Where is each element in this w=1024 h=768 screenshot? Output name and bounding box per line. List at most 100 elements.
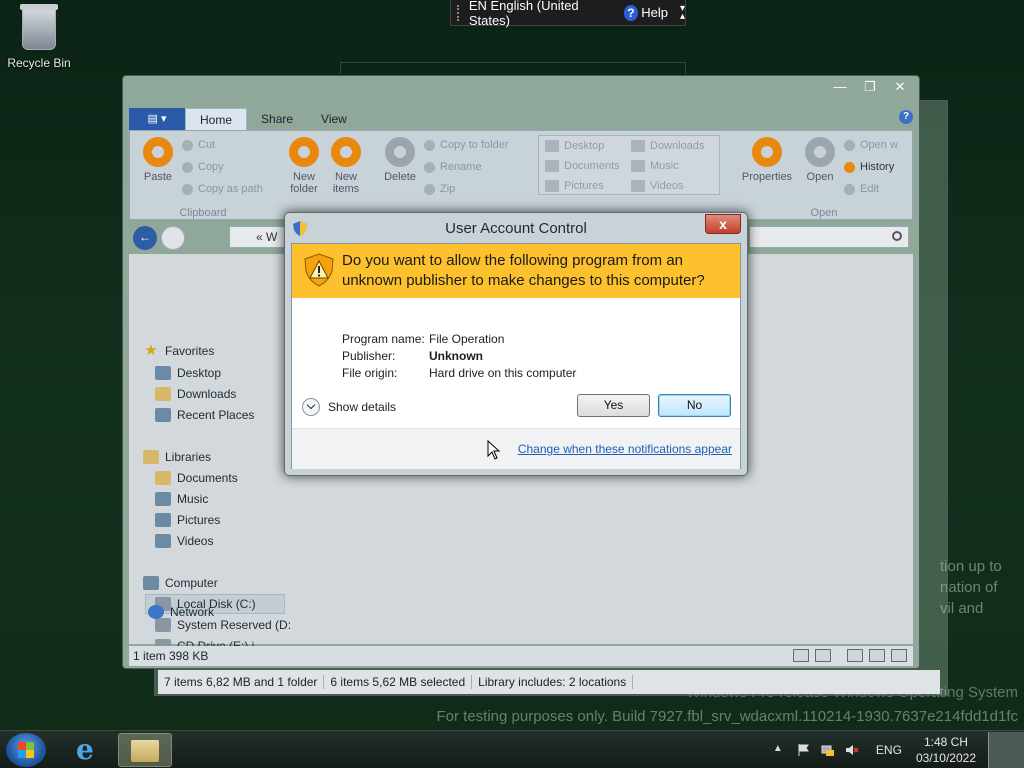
drive-icon	[155, 618, 171, 632]
edit-icon	[844, 183, 855, 195]
search-icon[interactable]	[892, 231, 902, 241]
nav-downloads[interactable]: Downloads	[155, 387, 236, 401]
window-ghost	[340, 62, 686, 74]
gallery-pictures[interactable]: Pictures	[545, 180, 604, 192]
volume-muted-icon[interactable]	[845, 743, 859, 757]
no-button[interactable]: No	[658, 394, 731, 417]
preview-pane-icon[interactable]	[869, 649, 885, 662]
open-button[interactable]: Open	[800, 137, 840, 183]
pane-icon[interactable]	[847, 649, 863, 662]
warning-shield-icon	[304, 253, 334, 287]
new-items-button[interactable]: New items	[326, 137, 366, 195]
gallery-downloads[interactable]: Downloads	[631, 140, 704, 152]
copy-as-path-button[interactable]: Copy as path	[182, 183, 263, 195]
nav-music[interactable]: Music	[155, 492, 208, 506]
system-tray: ▲ ENG 1:48 CH 03/10/2022	[768, 731, 1024, 768]
help-icon[interactable]: ?	[899, 110, 913, 124]
rename-icon	[424, 161, 435, 173]
internet-explorer-icon: e	[76, 733, 94, 766]
properties-button[interactable]: Properties	[740, 137, 794, 183]
clock[interactable]: 1:48 CH 03/10/2022	[916, 734, 976, 766]
publisher-row: Publisher: Unknown	[342, 349, 483, 363]
details-view-icon[interactable]	[793, 649, 809, 662]
action-center-flag-icon[interactable]	[797, 743, 811, 757]
nav-favorites[interactable]: ★ Favorites	[143, 343, 214, 358]
show-hidden-icons-icon[interactable]: ▲	[773, 743, 787, 757]
gallery-music[interactable]: Music	[631, 160, 679, 172]
taskbar-file-explorer[interactable]	[118, 733, 172, 767]
cut-button[interactable]: Cut	[182, 139, 215, 151]
scissors-icon	[182, 139, 193, 151]
close-button[interactable]: ✕	[885, 78, 915, 96]
close-button[interactable]: x	[705, 214, 741, 234]
open-with-button[interactable]: Open w	[844, 139, 898, 151]
program-name-value: File Operation	[429, 332, 505, 346]
large-icons-view-icon[interactable]	[815, 649, 831, 662]
navigation-pane: ★ Favorites Desktop Downloads Recent Plac…	[129, 254, 291, 644]
new-folder-button[interactable]: New folder	[284, 137, 324, 195]
network-tray-icon[interactable]	[821, 743, 835, 757]
details-pane-icon[interactable]	[891, 649, 907, 662]
show-details-toggle[interactable]: Show details	[302, 398, 396, 416]
nav-network[interactable]: Network	[148, 605, 214, 619]
status-text: 1 item 398 KB	[133, 649, 209, 663]
nav-libraries[interactable]: Libraries	[143, 450, 211, 464]
nav-system-reserved[interactable]: System Reserved (D:	[155, 618, 291, 632]
tab-share[interactable]: Share	[247, 108, 307, 130]
minimize-button[interactable]: —	[825, 78, 855, 96]
show-details-label[interactable]: Show details	[328, 400, 396, 414]
pictures-icon	[545, 180, 559, 192]
recycle-bin[interactable]: Recycle Bin	[6, 4, 72, 70]
copy-to-folder-button[interactable]: Copy to folder	[424, 139, 508, 151]
show-desktop-button[interactable]	[988, 732, 1024, 768]
search-input[interactable]	[749, 226, 909, 248]
input-language[interactable]: ENG	[876, 743, 902, 757]
options-icon[interactable]: ▾ ▴	[680, 3, 685, 21]
nav-recent-places[interactable]: Recent Places	[155, 408, 254, 422]
taskbar-internet-explorer[interactable]: e	[62, 733, 116, 767]
recycle-bin-icon	[20, 4, 58, 50]
gallery-documents[interactable]: Documents	[545, 160, 620, 172]
rename-button[interactable]: Rename	[424, 161, 482, 173]
delete-icon	[385, 137, 415, 167]
help-icon[interactable]: ?	[623, 4, 639, 21]
open-group-label: Open	[810, 207, 838, 219]
help-label[interactable]: Help	[641, 5, 668, 20]
forward-button[interactable]	[161, 226, 185, 250]
nav-videos[interactable]: Videos	[155, 534, 213, 548]
grip-handle[interactable]	[457, 4, 461, 21]
background-window-status: 7 items 6,82 MB and 1 folder 6 items 5,6…	[158, 670, 940, 694]
nav-computer[interactable]: Computer	[143, 576, 218, 590]
nav-documents[interactable]: Documents	[155, 471, 238, 485]
uac-banner: Do you want to allow the following progr…	[292, 244, 740, 298]
location-gallery[interactable]: Desktop Downloads Documents Music Pictur…	[538, 135, 720, 195]
status-bar: 1 item 398 KB	[129, 646, 913, 666]
chevron-down-icon[interactable]	[302, 398, 320, 416]
change-notifications-link[interactable]: Change when these notifications appear	[518, 442, 732, 456]
delete-button[interactable]: Delete	[380, 137, 420, 183]
open-icon	[805, 137, 835, 167]
tab-view[interactable]: View	[307, 108, 361, 130]
gallery-videos[interactable]: Videos	[631, 180, 683, 192]
file-menu-button[interactable]: ▤ ▾	[129, 108, 185, 130]
nav-desktop[interactable]: Desktop	[155, 366, 221, 380]
uac-title: User Account Control	[445, 220, 587, 237]
maximize-button[interactable]: ❐	[855, 78, 885, 96]
history-button[interactable]: History	[844, 161, 894, 173]
recent-places-icon	[155, 408, 171, 422]
edit-button[interactable]: Edit	[844, 183, 879, 195]
back-button[interactable]: ←	[133, 226, 157, 250]
uac-question: Do you want to allow the following progr…	[342, 252, 705, 289]
nav-pictures[interactable]: Pictures	[155, 513, 220, 527]
language-bar[interactable]: EN English (United States) ? Help ▾ ▴	[450, 0, 686, 28]
copy-button[interactable]: Copy	[182, 161, 224, 173]
explorer-titlebar[interactable]: — ❐ ✕	[123, 76, 919, 102]
gallery-desktop[interactable]: Desktop	[545, 140, 604, 152]
downloads-icon	[155, 387, 171, 401]
yes-button[interactable]: Yes	[577, 394, 650, 417]
paste-button[interactable]: Paste	[138, 137, 178, 183]
language-selector[interactable]: EN English (United States)	[469, 0, 610, 28]
tab-home[interactable]: Home	[185, 108, 248, 130]
zip-button[interactable]: Zip	[424, 183, 455, 195]
start-button[interactable]	[6, 733, 46, 767]
